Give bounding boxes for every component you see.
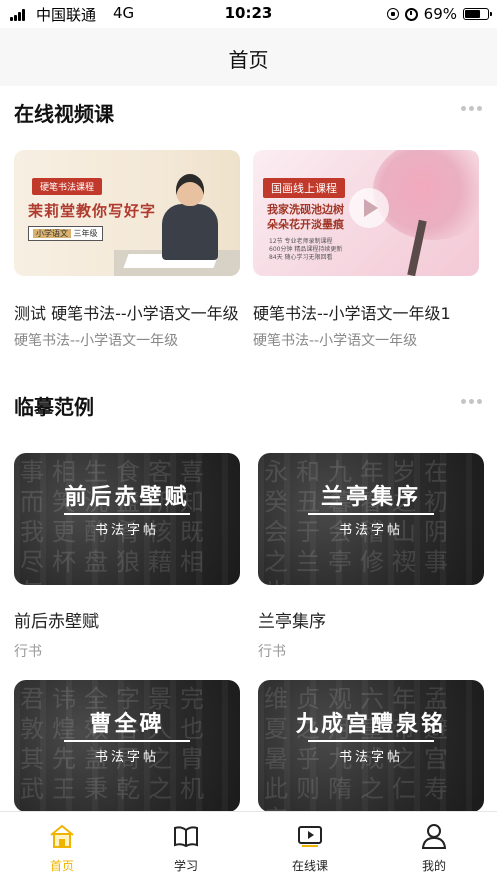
- calligraphy-type: 书法字帖: [94, 750, 159, 765]
- alarm-icon: [404, 7, 418, 21]
- divider: [308, 740, 434, 742]
- battery-icon: [463, 8, 492, 20]
- page-title: 首页: [228, 48, 269, 72]
- user-icon: [421, 824, 447, 849]
- section-title-calligraphy: 临摹范例: [14, 395, 94, 419]
- status-indicators: 69%: [386, 5, 492, 23]
- calligraphy-type: 书法字帖: [338, 750, 403, 765]
- thumbnail-tag: 硬笔书法课程: [32, 178, 103, 195]
- calligraphy-type: 书法字帖: [94, 523, 159, 538]
- calligraphy-type: 书法字帖: [338, 523, 403, 538]
- calligraphy-thumbnail[interactable]: 永和九年岁在癸丑暮春之初会于会稽山阴之兰亭修禊事也 兰亭集序 书法字帖: [258, 453, 484, 585]
- tab-bar: 首页 学习 在线课 我的: [0, 811, 497, 883]
- video-play-icon: [298, 826, 322, 847]
- tab-online-course[interactable]: 在线课: [248, 812, 372, 884]
- calligraphy-style: 行书: [258, 644, 286, 660]
- calligraphy-name: 兰亭集序: [320, 485, 421, 510]
- calligraphy-name: 前后赤壁赋: [64, 485, 190, 510]
- course-title[interactable]: 测试 硬笔书法--小学语文一年级: [14, 300, 240, 324]
- play-icon[interactable]: [349, 188, 389, 228]
- calligraphy-title[interactable]: 兰亭集序: [258, 607, 326, 632]
- section-title-online-courses: 在线视频课: [14, 102, 114, 126]
- more-online-courses-button[interactable]: [461, 106, 483, 112]
- calligraphy-thumbnail[interactable]: 事相生食客喜而笑洗盏所知我更酌肴核既尽杯盘狼藉相与 前后赤壁赋 书法字帖: [14, 453, 240, 585]
- tab-study[interactable]: 学习: [124, 812, 248, 884]
- battery-percent: 69%: [423, 5, 457, 23]
- tab-label: 首页: [49, 859, 74, 873]
- tab-label: 我的: [421, 859, 446, 873]
- thumbnail-heading: 茉莉堂教你写好字: [28, 202, 157, 220]
- divider: [64, 740, 190, 742]
- tab-label: 学习: [173, 859, 198, 873]
- student-photo: [160, 170, 220, 260]
- blossom-tree-illustration: [373, 150, 479, 240]
- calligraphy-style: 行书: [14, 644, 42, 660]
- tab-profile[interactable]: 我的: [372, 812, 496, 884]
- thumbnail-tag: 国画线上课程: [263, 178, 345, 198]
- calligraphy-name: 九成宫醴泉铭: [295, 712, 446, 737]
- home-icon: [50, 824, 74, 848]
- calligraphy-thumbnail[interactable]: 维贞观六年孟夏之月皇帝避暑乎九成之宫此则隋之仁寿宫 九成宫醴泉铭 书法字帖: [258, 680, 484, 812]
- course-title[interactable]: 硬笔书法--小学语文一年级1: [253, 300, 479, 324]
- nav-bar: 首页: [0, 28, 497, 86]
- divider: [64, 513, 190, 515]
- calligraphy-title[interactable]: 前后赤壁赋: [14, 607, 99, 632]
- thumbnail-info: 12节 专业老师录制课程 600分钟 精品课程持续更新 84天 随心学习无限回看: [269, 238, 343, 261]
- book-icon: [174, 826, 198, 848]
- rotation-lock-icon: [386, 8, 399, 20]
- course-subtitle: 硬笔书法--小学语文一年级: [14, 333, 179, 349]
- course-subtitle: 硬笔书法--小学语文一年级: [253, 333, 418, 349]
- calligraphy-name: 曹全碑: [89, 712, 165, 737]
- tab-home[interactable]: 首页: [0, 812, 124, 884]
- calligraphy-thumbnail[interactable]: 君讳全字景完敦煌效谷人也其先盖周之胄武王秉乾之机 曹全碑 书法字帖: [14, 680, 240, 812]
- more-calligraphy-button[interactable]: [461, 399, 483, 405]
- divider: [308, 513, 434, 515]
- thumbnail-grade: 小学语文 三年级: [28, 226, 103, 241]
- course-thumbnail[interactable]: 国画线上课程 我家洗砚池边树 朵朵花开淡墨痕 12节 专业老师录制课程 600分…: [253, 150, 479, 276]
- course-thumbnail[interactable]: 硬笔书法课程 茉莉堂教你写好字 小学语文 三年级: [14, 150, 240, 276]
- thumbnail-poem: 我家洗砚池边树 朵朵花开淡墨痕: [267, 203, 344, 231]
- status-bar: 中国联通 4G 10:23 69%: [0, 0, 497, 28]
- tab-label: 在线课: [291, 859, 328, 873]
